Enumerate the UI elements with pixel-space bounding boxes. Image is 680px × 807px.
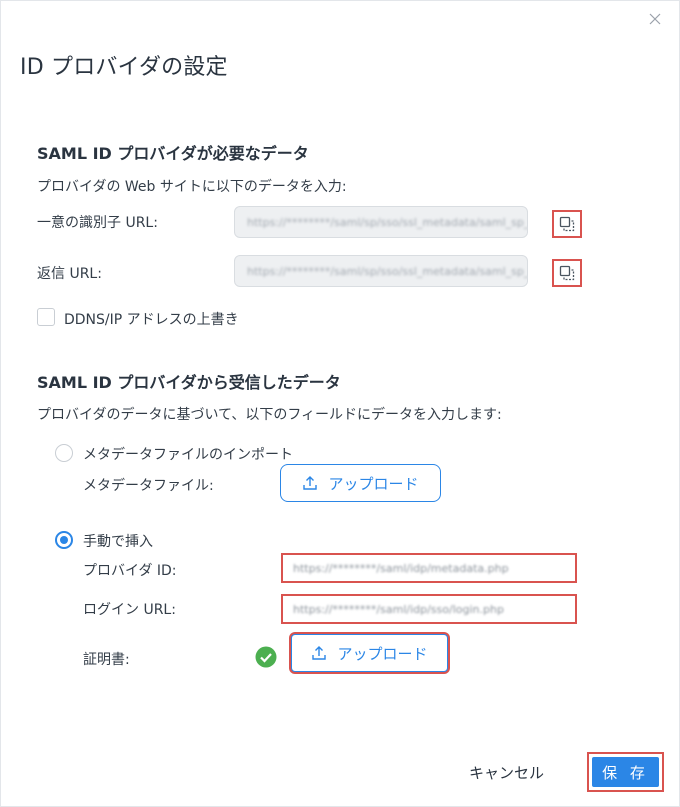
- copy-icon: [559, 216, 575, 232]
- certificate-upload-button[interactable]: アップロード: [291, 634, 448, 672]
- sp-section-description: プロバイダの Web サイトに以下のデータを入力:: [37, 179, 347, 195]
- cancel-button[interactable]: キャンセル: [469, 758, 544, 786]
- save-button[interactable]: 保 存: [592, 757, 659, 787]
- check-circle-icon: [255, 646, 277, 668]
- metadata-upload-button[interactable]: アップロード: [280, 464, 441, 502]
- import-metadata-label[interactable]: メタデータファイルのインポート: [83, 444, 293, 464]
- metadata-upload-label: アップロード: [328, 474, 419, 493]
- reply-url-label: 返信 URL:: [37, 266, 102, 282]
- entity-id-field[interactable]: https://********/saml/sp/sso/ssl_metadat…: [234, 206, 528, 238]
- dialog-title: ID プロバイダの設定: [20, 55, 228, 80]
- provider-id-label: プロバイダ ID:: [83, 563, 177, 579]
- sp-section-title: SAML ID プロバイダが必要なデータ: [37, 144, 309, 163]
- idp-settings-dialog: ID プロバイダの設定 SAML ID プロバイダが必要なデータ プロバイダの …: [0, 0, 680, 807]
- reply-url-field[interactable]: https://********/saml/sp/sso/ssl_metadat…: [234, 255, 528, 287]
- copy-entity-id-button[interactable]: [552, 210, 582, 238]
- ddns-override-label[interactable]: DDNS/IP アドレスの上書き: [64, 309, 239, 329]
- provider-id-input[interactable]: https://********/saml/idp/metadata.php: [281, 553, 577, 583]
- upload-icon: [312, 646, 327, 660]
- copy-icon: [559, 265, 575, 281]
- save-button-highlight: 保 存: [587, 752, 664, 792]
- login-url-value: https://********/saml/idp/sso/login.php: [293, 602, 504, 616]
- entity-id-value: https://********/saml/sp/sso/ssl_metadat…: [247, 215, 528, 229]
- login-url-input[interactable]: https://********/saml/idp/sso/login.php: [281, 594, 577, 624]
- upload-icon: [303, 476, 318, 490]
- login-url-label: ログイン URL:: [83, 602, 176, 618]
- certificate-upload-label: アップロード: [337, 644, 428, 663]
- reply-url-value: https://********/saml/sp/sso/ssl_metadat…: [247, 264, 528, 278]
- idp-section-title: SAML ID プロバイダから受信したデータ: [37, 373, 341, 392]
- ddns-override-checkbox[interactable]: [37, 308, 55, 326]
- certificate-label: 証明書:: [83, 652, 130, 668]
- entity-id-label: 一意の識別子 URL:: [37, 215, 158, 231]
- idp-section-description: プロバイダのデータに基づいて、以下のフィールドにデータを入力します:: [37, 407, 502, 423]
- close-icon[interactable]: [649, 13, 665, 29]
- manual-insert-radio[interactable]: [55, 531, 73, 549]
- import-metadata-radio[interactable]: [55, 444, 73, 462]
- copy-reply-url-button[interactable]: [552, 259, 582, 287]
- metadata-file-label: メタデータファイル:: [83, 478, 214, 494]
- manual-insert-label[interactable]: 手動で挿入: [83, 531, 153, 551]
- provider-id-value: https://********/saml/idp/metadata.php: [293, 561, 509, 575]
